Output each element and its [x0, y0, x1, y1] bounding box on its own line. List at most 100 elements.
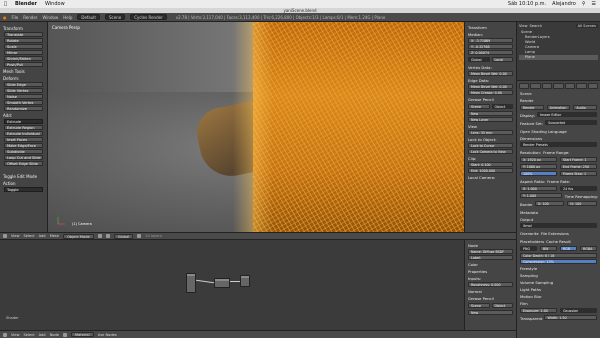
blender-icon[interactable]: ● [3, 15, 7, 20]
properties-panel-header[interactable]: Properties [468, 269, 514, 274]
exposure-field[interactable]: Exposure: 1.00 [520, 308, 557, 313]
osl-checkbox[interactable]: Open Shading Language [520, 129, 598, 134]
median-x-field[interactable]: X: -3.71869 [468, 38, 513, 43]
node-name-field[interactable]: Name: Diffuse BSDF [468, 249, 513, 254]
mirror-button[interactable]: Mirror [4, 50, 43, 55]
loop-cut-button[interactable]: Loop Cut and Slide [4, 155, 43, 160]
gp-object-toggle[interactable]: Object [491, 104, 513, 109]
editor-type-icon[interactable] [3, 234, 7, 238]
window-menu[interactable]: Window [45, 1, 65, 7]
push-pull-button[interactable]: Push/Pull [4, 62, 43, 67]
color-bw-toggle[interactable]: BW [540, 246, 557, 251]
node-menu[interactable]: Node [50, 333, 59, 337]
node-gp-new-button[interactable]: New [468, 310, 513, 315]
translate-button[interactable]: Translate [4, 32, 43, 37]
old-frames-field[interactable]: O: 100 [534, 201, 565, 206]
local-toggle[interactable]: Local [491, 57, 513, 62]
dimensions-panel-header[interactable]: Dimensions [520, 136, 598, 141]
render-panel-header[interactable]: Render [520, 98, 598, 103]
feature-set-select[interactable]: Supported [545, 120, 597, 125]
apple-icon[interactable]:  [4, 1, 7, 7]
material-tab-icon[interactable] [587, 83, 598, 89]
output-panel-header[interactable]: Output [520, 217, 598, 222]
slide-edge-button[interactable]: Slide Edge [4, 82, 43, 87]
audio-button[interactable]: Audio [573, 105, 598, 110]
display-select[interactable]: Image Editor [537, 112, 597, 117]
border-checkbox[interactable]: Border [520, 202, 533, 207]
scene-tab-icon[interactable] [541, 83, 553, 89]
color-depth-toggle[interactable]: Color Depth: 8 | 16 [520, 253, 597, 258]
grease-pencil-header[interactable]: Grease Pencil [468, 97, 514, 102]
menu-help[interactable]: Help [63, 15, 72, 20]
global-toggle[interactable]: Global [468, 57, 490, 62]
texture-node[interactable] [186, 273, 196, 293]
filter-select[interactable]: Gaussian [560, 308, 597, 313]
clip-start-field[interactable]: Start: 0.100 [468, 162, 513, 167]
pivot-icon[interactable] [105, 234, 110, 238]
node-grease-pencil-header[interactable]: Grease Pencil [468, 296, 514, 301]
overwrite-checkbox[interactable]: Overwrite [520, 231, 539, 236]
res-y-field[interactable]: Y: 1080 px [520, 164, 557, 169]
res-percentage-slider[interactable]: 100% [520, 171, 557, 176]
fps-select[interactable]: 24 fps [560, 186, 597, 191]
motion-blur-panel-header[interactable]: Motion Blur [520, 294, 598, 299]
shader-type-icon[interactable] [62, 332, 67, 337]
shrink-fatten-button[interactable]: Shrink/Fatten [4, 56, 43, 61]
view-panel-header[interactable]: View [468, 124, 514, 129]
use-nodes-checkbox[interactable]: Use Nodes [98, 333, 117, 337]
outliner-view-menu[interactable]: View [519, 24, 528, 28]
freestyle-panel-header[interactable]: Freestyle [520, 266, 598, 271]
extrude-region-button[interactable]: Extrude Region [4, 125, 43, 130]
color-panel-header[interactable]: Color [468, 262, 514, 267]
menu-render[interactable]: Render [23, 15, 37, 20]
start-frame-field[interactable]: Start Frame: 1 [560, 157, 597, 162]
mode-select[interactable]: Object Mode [63, 233, 94, 239]
subdivide-button[interactable]: Subdivide [4, 149, 43, 154]
filter-width-field[interactable]: Width: 1.50 [544, 315, 597, 320]
edge-bevel-field[interactable]: Mean Bevel Wei: 0.00 [468, 84, 513, 89]
light-paths-panel-header[interactable]: Light Paths [520, 287, 598, 292]
color-rgb-toggle[interactable]: RGB [560, 246, 577, 251]
compression-slider[interactable]: Compression: 15% [520, 259, 597, 264]
node-view-menu[interactable]: View [11, 333, 20, 337]
node-label-field[interactable]: Label: [468, 255, 513, 260]
noise-button[interactable]: Noise [4, 94, 43, 99]
res-x-field[interactable]: X: 1920 px [520, 157, 557, 162]
extrude-individual-button[interactable]: Extrude Individual [4, 131, 43, 136]
diffuse-node[interactable] [214, 278, 230, 288]
menu-list-icon[interactable]: ☰ [592, 1, 596, 7]
color-rgba-toggle[interactable]: RGBA [580, 246, 597, 251]
extrude-select[interactable]: Extrude [4, 119, 43, 124]
view-menu[interactable]: View [11, 234, 20, 238]
operator-header[interactable]: Toggle Edit Mode [3, 174, 45, 179]
randomize-button[interactable]: Randomize [4, 106, 43, 111]
render-tab-icon[interactable] [519, 83, 530, 89]
offset-edge-slide-button[interactable]: Offset Edge Slide [4, 161, 43, 166]
median-z-field[interactable]: Z: 0.00074 [468, 50, 513, 55]
roughness-field[interactable]: Roughness: 0.000 [468, 282, 513, 287]
world-tab-icon[interactable] [553, 83, 564, 89]
end-frame-field[interactable]: End Frame: 250 [560, 164, 597, 169]
layer-buttons[interactable]: 10 layers [145, 234, 162, 238]
make-edge-face-button[interactable]: Make Edge/Face [4, 143, 43, 148]
node-gp-scene-toggle[interactable]: Scene [468, 303, 490, 308]
action-select[interactable]: Toggle [4, 187, 43, 192]
slide-vertex-button[interactable]: Slide Vertex [4, 88, 43, 93]
gp-new-button[interactable]: New [468, 111, 513, 116]
modifiers-tab-icon[interactable] [576, 83, 587, 89]
node-editor-type-icon[interactable] [3, 332, 7, 337]
inset-faces-button[interactable]: Inset Faces [4, 137, 43, 142]
cache-result-checkbox[interactable]: Cache Result [546, 239, 571, 244]
menu-file[interactable]: File [12, 15, 19, 20]
render-button[interactable]: Render [520, 105, 544, 110]
lock-cursor-checkbox[interactable]: Lock to Cursor [468, 143, 513, 148]
frame-step-field[interactable]: Frame Step: 1 [560, 171, 597, 176]
lock-camera-checkbox[interactable]: Lock Camera to View [468, 149, 513, 154]
animation-button[interactable]: Animation [546, 105, 571, 110]
search-icon[interactable]: ⚲ [582, 1, 586, 7]
film-panel-header[interactable]: Film [520, 301, 598, 306]
snap-icon[interactable] [137, 234, 142, 238]
app-menu[interactable]: Blender [15, 1, 37, 7]
volume-sampling-panel-header[interactable]: Volume Sampling [520, 280, 598, 285]
render-presets-select[interactable]: Render Presets [520, 142, 597, 147]
